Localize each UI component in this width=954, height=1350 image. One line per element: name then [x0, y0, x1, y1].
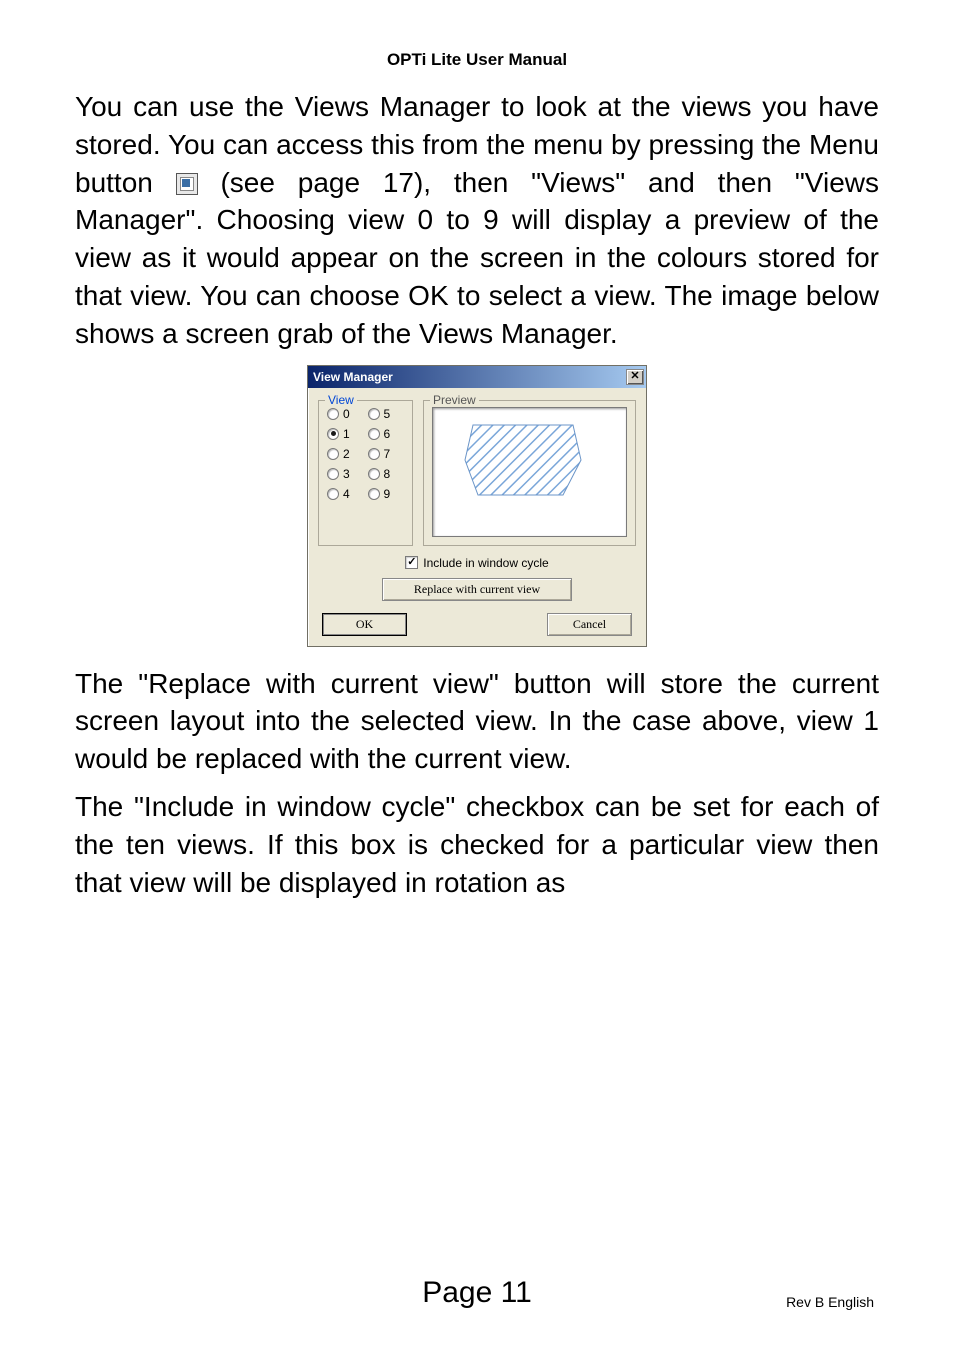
page-header: OPTi Lite User Manual: [75, 50, 879, 70]
preview-fieldset: Preview: [423, 400, 636, 546]
titlebar: View Manager ✕: [308, 366, 646, 388]
radio-view-1[interactable]: 1: [327, 427, 364, 441]
radio-icon: [327, 428, 339, 440]
radio-icon: [327, 408, 339, 420]
include-checkbox[interactable]: [405, 556, 418, 569]
radio-grid: 0 5 1 6 2 7 3 8 4 9: [327, 407, 404, 501]
dialog-screenshot: View Manager ✕ View 0 5 1 6 2: [75, 365, 879, 647]
dialog-body: View 0 5 1 6 2 7 3 8 4 9: [308, 388, 646, 646]
replace-button[interactable]: Replace with current view: [382, 578, 572, 601]
cancel-button[interactable]: Cancel: [547, 613, 632, 636]
radio-icon: [327, 468, 339, 480]
paragraph-2: The "Replace with current view" button w…: [75, 665, 879, 778]
radio-icon: [368, 448, 380, 460]
radio-icon: [368, 408, 380, 420]
ok-button[interactable]: OK: [322, 613, 407, 636]
preview-box: [432, 407, 627, 537]
radio-view-4[interactable]: 4: [327, 487, 364, 501]
radio-view-6[interactable]: 6: [368, 427, 405, 441]
radio-view-7[interactable]: 7: [368, 447, 405, 461]
paragraph-1: You can use the Views Manager to look at…: [75, 88, 879, 353]
radio-view-9[interactable]: 9: [368, 487, 405, 501]
radio-icon: [368, 488, 380, 500]
radio-icon: [368, 428, 380, 440]
body-text: You can use the Views Manager to look at…: [75, 88, 879, 353]
view-fieldset: View 0 5 1 6 2 7 3 8 4 9: [318, 400, 413, 546]
close-icon: ✕: [630, 371, 639, 382]
menu-button-icon: [176, 173, 198, 195]
radio-icon: [327, 488, 339, 500]
document-page: OPTi Lite User Manual You can use the Vi…: [0, 0, 954, 1350]
radio-view-8[interactable]: 8: [368, 467, 405, 481]
radio-icon: [368, 468, 380, 480]
body-text-2: The "Replace with current view" button w…: [75, 665, 879, 902]
revision-label: Rev B English: [786, 1294, 874, 1310]
radio-view-2[interactable]: 2: [327, 447, 364, 461]
view-legend: View: [325, 393, 357, 407]
include-label: Include in window cycle: [423, 556, 548, 570]
close-button[interactable]: ✕: [626, 369, 644, 385]
radio-icon: [327, 448, 339, 460]
paragraph-3: The "Include in window cycle" checkbox c…: [75, 788, 879, 901]
view-manager-dialog: View Manager ✕ View 0 5 1 6 2: [307, 365, 647, 647]
dialog-title: View Manager: [313, 370, 393, 384]
radio-view-5[interactable]: 5: [368, 407, 405, 421]
include-row[interactable]: Include in window cycle: [318, 556, 636, 570]
radio-view-3[interactable]: 3: [327, 467, 364, 481]
preview-pattern: [463, 420, 583, 500]
page-footer: Page 11 Rev B English: [0, 1276, 954, 1310]
preview-legend: Preview: [430, 393, 479, 407]
page-number: Page 11: [422, 1276, 532, 1310]
radio-view-0[interactable]: 0: [327, 407, 364, 421]
